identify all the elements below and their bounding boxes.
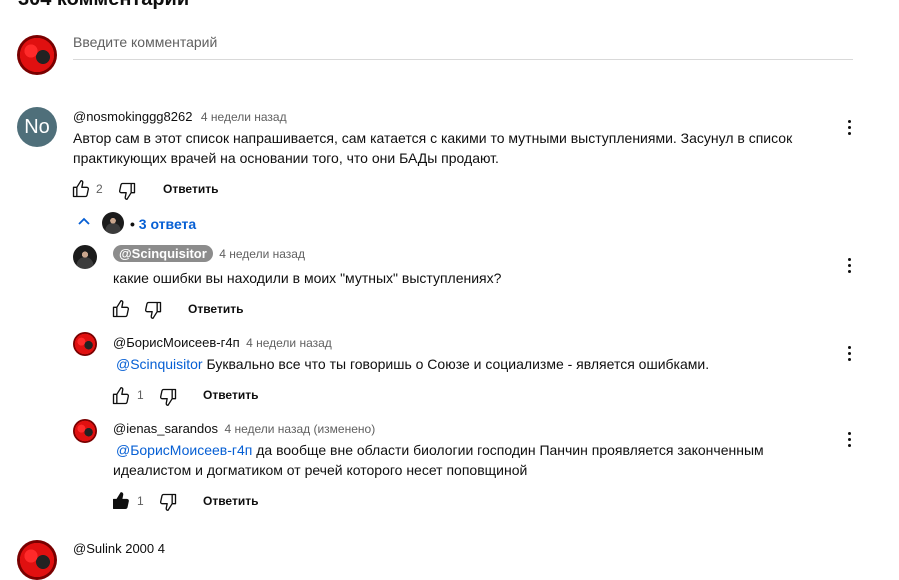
comment-text: Автор сам в этот список напрашивается, с…: [73, 128, 833, 168]
reply-header: @БорисМоисеев-г4п 4 недели назад: [113, 334, 332, 352]
reply-button[interactable]: Ответить: [203, 388, 258, 402]
comment-text-line: Автор сам в этот список напрашивается, с…: [73, 130, 793, 146]
reply-header: @Scinquisitor 4 недели назад: [113, 245, 305, 263]
chevron-up-icon[interactable]: [77, 215, 91, 229]
reply-menu-button[interactable]: [839, 429, 859, 449]
reply-button[interactable]: Ответить: [203, 494, 258, 508]
reply-mention[interactable]: @Scinquisitor: [116, 356, 203, 372]
avatar-initials: No: [24, 115, 50, 138]
like-icon[interactable]: [111, 299, 131, 319]
like-icon[interactable]: [71, 179, 91, 199]
dislike-icon[interactable]: [143, 300, 163, 320]
reply-text: какие ошибки вы находили в моих "мутных"…: [113, 270, 502, 286]
comment-input[interactable]: Введите комментарий: [73, 34, 853, 60]
reply-author-owner-badge[interactable]: @Scinquisitor: [113, 245, 213, 262]
reply-author[interactable]: @ienas_sarandos: [113, 421, 218, 436]
reply-button[interactable]: Ответить: [188, 302, 243, 316]
reply-author[interactable]: @БорисМоисеев-г4п: [113, 335, 240, 350]
comment-author[interactable]: @nosmokinggg8262: [73, 109, 192, 124]
dislike-icon[interactable]: [158, 492, 178, 512]
comment-author-avatar[interactable]: No: [17, 107, 57, 147]
dislike-icon[interactable]: [158, 387, 178, 407]
replier-avatar-small: [102, 212, 124, 234]
reply-menu-button[interactable]: [839, 343, 859, 363]
reply-author-avatar[interactable]: [73, 332, 97, 356]
reply-button[interactable]: Ответить: [163, 182, 218, 196]
dislike-icon[interactable]: [117, 181, 137, 201]
like-icon-filled[interactable]: [111, 491, 131, 511]
current-user-avatar: [17, 35, 57, 75]
reply-text-line: да вообще вне области биологии господин …: [256, 442, 764, 458]
reply-time[interactable]: 4 недели назад: [219, 247, 305, 261]
like-count: 2: [96, 182, 103, 196]
reply-header: @ienas_sarandos 4 недели назад (изменено…: [113, 420, 375, 438]
replies-count: 3 ответа: [138, 216, 197, 232]
comment-input-placeholder: Введите комментарий: [73, 34, 218, 50]
next-comment-avatar[interactable]: [17, 540, 57, 580]
reply-text: @Scinquisitor Буквально все что ты говор…: [113, 354, 709, 374]
comment-time[interactable]: 4 недели назад: [201, 110, 287, 124]
reply-author-avatar[interactable]: [73, 419, 97, 443]
reply-text-line: идеалистом и догматиком от речей которог…: [113, 462, 528, 478]
comment-text-line: практикующих врачей на основании того, ч…: [73, 150, 499, 166]
reply-menu-button[interactable]: [839, 255, 859, 275]
reply-text-content: Буквально все что ты говоришь о Союзе и …: [206, 356, 710, 372]
comment-menu-button[interactable]: [839, 117, 859, 137]
reply-author-avatar[interactable]: [73, 245, 97, 269]
reply-time[interactable]: 4 недели назад: [246, 336, 332, 350]
like-count: 1: [137, 388, 144, 402]
comment-header: @nosmokinggg8262 4 недели назад: [73, 108, 287, 126]
reply-time[interactable]: 4 недели назад (изменено): [224, 422, 375, 436]
reply-text: @БорисМоисеев-г4п да вообще вне области …: [113, 440, 813, 480]
replies-toggle[interactable]: • 3 ответа: [130, 216, 196, 232]
comments-count-title: 304 комментарии: [18, 0, 189, 11]
like-count: 1: [137, 494, 144, 508]
reply-mention[interactable]: @БорисМоисеев-г4п: [116, 442, 252, 458]
like-icon[interactable]: [111, 386, 131, 406]
next-comment-author[interactable]: @Sulink 2000 4: [73, 541, 165, 556]
